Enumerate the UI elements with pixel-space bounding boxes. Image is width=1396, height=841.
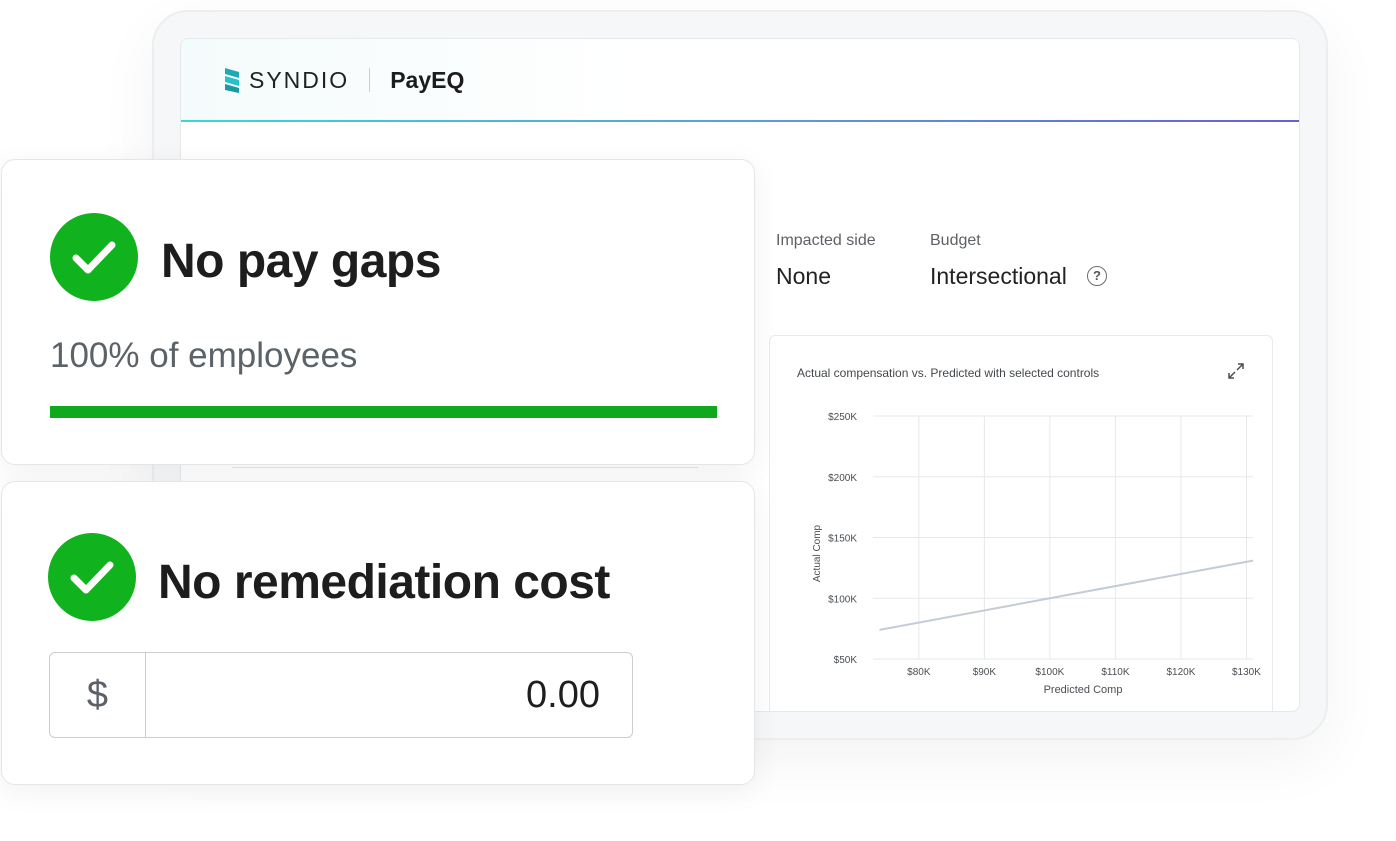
brand-logo[interactable]: SYNDIO PayEQ (223, 65, 464, 95)
x-tick-label: $100K (1035, 667, 1064, 678)
remediation-amount-input[interactable]: $ 0.00 (49, 652, 633, 738)
y-tick-label: $200K (828, 473, 857, 484)
remediation-cost-title: No remediation cost (158, 556, 610, 609)
chart-card: Actual compensation vs. Predicted with s… (769, 335, 1273, 711)
y-tick-label: $100K (828, 594, 857, 605)
product-name: PayEQ (390, 66, 465, 93)
brand-name: SYNDIO (249, 66, 350, 93)
budget-value: Intersectional (930, 263, 1067, 289)
series-line (879, 559, 1254, 631)
help-icon[interactable]: ? (1087, 266, 1107, 286)
y-tick-label: $250K (828, 412, 857, 423)
divider-line (232, 467, 698, 468)
y-tick-label: $50K (834, 655, 858, 666)
budget-label: Budget (930, 232, 981, 249)
progress-bar (50, 406, 717, 418)
x-tick-label: $90K (973, 667, 997, 678)
amount-value[interactable]: 0.00 (146, 653, 632, 737)
progress-fill (50, 406, 717, 418)
check-circle-icon (48, 533, 136, 621)
x-tick-label: $120K (1166, 667, 1195, 678)
header-divider (369, 68, 371, 92)
impacted-side-label: Impacted side (776, 232, 876, 249)
stage: SYNDIO PayEQ Impacted side None Budget I… (0, 0, 1396, 841)
x-tick-label: $80K (907, 667, 931, 678)
app-header: SYNDIO PayEQ (181, 39, 1299, 121)
syndio-logo-icon (225, 68, 239, 93)
pay-gaps-card: No pay gaps 100% of employees (1, 159, 755, 465)
x-tick-label: $130K (1232, 667, 1261, 678)
x-tick-label: $110K (1101, 667, 1130, 678)
chart-plot: $250K $200K $150K $100K $50K $80K $90K $100K $11… (812, 412, 1261, 696)
remediation-cost-card: No remediation cost $ 0.00 (1, 481, 755, 785)
header-gradient-rule (181, 120, 1299, 122)
employees-percent: 100% of employees (50, 336, 358, 375)
impacted-side-value: None (776, 263, 831, 289)
y-axis-label: Actual Comp (812, 524, 823, 582)
pay-gaps-title: No pay gaps (161, 235, 441, 288)
y-tick-label: $150K (828, 534, 857, 545)
x-axis-label: Predicted Comp (1044, 684, 1123, 696)
check-circle-icon (50, 213, 138, 301)
currency-symbol: $ (50, 653, 146, 737)
